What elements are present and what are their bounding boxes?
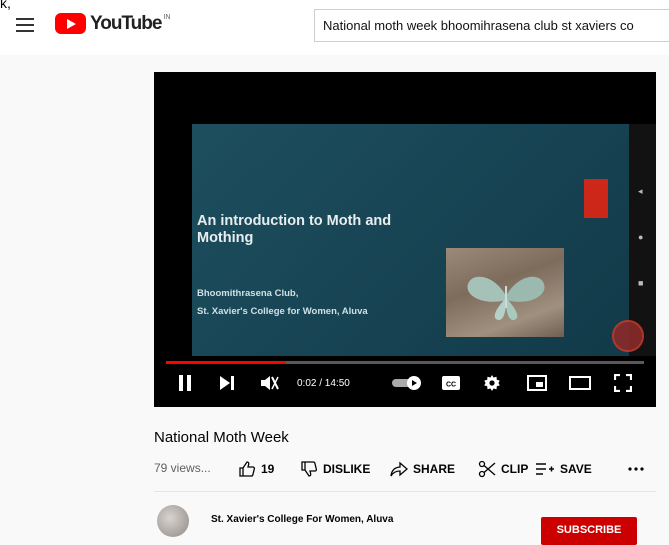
dislike-button[interactable]: DISLIKE (300, 458, 370, 480)
like-count: 19 (261, 462, 275, 476)
fullscreen-icon[interactable] (612, 372, 634, 394)
partial-text-fragment: k, (0, 0, 11, 11)
play-logo-icon (55, 13, 86, 34)
save-label: SAVE (560, 462, 592, 476)
progress-bar-fill (166, 361, 286, 364)
add-to-playlist-icon (536, 463, 554, 475)
clip-label: CLIP (501, 462, 529, 476)
youtube-logo[interactable]: YouTube IN (55, 13, 170, 35)
scissors-icon (478, 460, 496, 478)
more-actions-icon[interactable] (628, 458, 649, 480)
video-player[interactable]: An introduction to Moth and Mothing Bhoo… (154, 72, 656, 407)
share-label: SHARE (413, 462, 456, 476)
subscribe-button[interactable]: SUBSCRIBE (541, 517, 637, 545)
pause-icon[interactable] (176, 372, 194, 394)
player-controls: 0:02 / 14:50 CC (154, 368, 656, 398)
channel-name[interactable]: St. Xavier's College For Women, Aluva (211, 514, 393, 525)
miniplayer-icon[interactable] (526, 372, 548, 394)
like-button[interactable]: 19 (238, 458, 274, 480)
mute-icon[interactable] (258, 372, 280, 394)
dislike-label: DISLIKE (323, 462, 371, 476)
progress-bar[interactable] (166, 361, 644, 364)
video-title: National Moth Week (154, 429, 289, 446)
save-button[interactable]: SAVE (535, 458, 592, 480)
autoplay-toggle[interactable] (392, 372, 424, 394)
view-count: 79 views... (154, 461, 211, 475)
search-input[interactable]: National moth week bhoomihrasena club st… (314, 9, 669, 42)
share-icon (390, 461, 408, 477)
logo-wordmark: YouTube (90, 13, 162, 34)
next-icon[interactable] (218, 372, 236, 394)
side-dot-icon: ● (638, 232, 644, 242)
divider (154, 491, 656, 492)
country-code: IN (163, 14, 171, 21)
moth-photo (446, 248, 564, 337)
thumbs-down-icon (301, 461, 318, 477)
top-bar: k, YouTube IN National moth week bhoomih… (0, 0, 669, 55)
moth-image (467, 276, 545, 321)
captions-icon[interactable]: CC (440, 372, 462, 394)
side-square-icon: ■ (638, 278, 644, 288)
share-button[interactable]: SHARE (390, 458, 455, 480)
channel-avatar[interactable] (157, 505, 189, 537)
channel-watermark[interactable] (612, 320, 644, 352)
clip-button[interactable]: CLIP (478, 458, 528, 480)
slide-title: An introduction to Moth and Mothing (197, 213, 392, 246)
thumbs-up-icon (239, 461, 256, 477)
video-meta-row: 79 views... 19 DISLIKE SHARE CLIP SAVE (154, 458, 656, 480)
video-frame-slide: An introduction to Moth and Mothing Bhoo… (192, 124, 629, 356)
slide-college-name: St. Xavier's College for Women, Aluva (197, 306, 368, 317)
theater-mode-icon[interactable] (568, 372, 592, 394)
slide-accent-bar (584, 179, 608, 218)
svg-text:CC: CC (446, 382, 456, 389)
slide-club-name: Bhoomithrasena Club, (197, 288, 299, 299)
time-display: 0:02 / 14:50 (297, 378, 350, 389)
settings-gear-icon[interactable] (482, 372, 502, 394)
side-arrow-icon: ◂ (638, 186, 643, 196)
menu-icon[interactable] (16, 18, 34, 32)
